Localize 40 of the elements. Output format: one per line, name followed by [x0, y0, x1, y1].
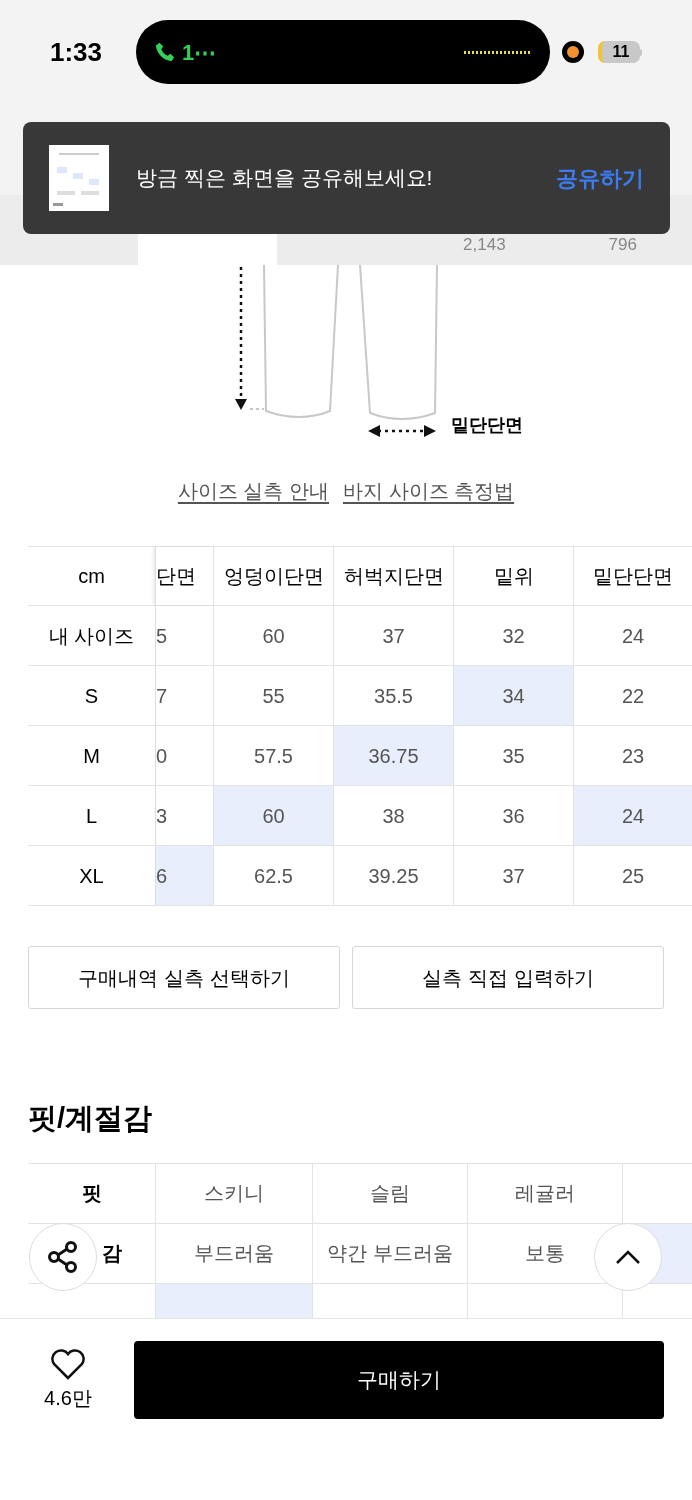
buy-button[interactable]: 구매하기: [134, 1341, 664, 1419]
chevron-up-icon: [615, 1249, 641, 1265]
table-cell: 24: [573, 786, 692, 845]
call-duration: 1⋯: [182, 38, 217, 67]
tab-count: 2,143: [463, 233, 506, 256]
phone-icon: [154, 40, 176, 64]
row-header: M: [83, 743, 100, 769]
table-cell: 34: [453, 666, 573, 725]
column-header: 엉덩이단면: [223, 564, 324, 589]
column-header: 허벅지단면: [343, 564, 444, 589]
share-icon: [46, 1240, 80, 1274]
like-button[interactable]: 4.6만: [28, 1341, 108, 1413]
column-header: 밑단단면: [593, 564, 673, 589]
mic-indicator-icon: [562, 41, 584, 63]
heart-icon: [50, 1349, 86, 1381]
row-header: 감: [101, 1241, 122, 1266]
section-title: 핏/계절감: [28, 1101, 154, 1136]
row-header: 핏: [81, 1181, 102, 1206]
action-button[interactable]: 구매내역 실측 선택하기: [28, 946, 340, 1009]
measurement-label: 밑단단면: [451, 414, 523, 437]
column-header: cm: [78, 564, 105, 589]
status-time: 1:33: [50, 35, 104, 69]
row-header: XL: [79, 863, 104, 889]
column-header: 밑위: [493, 564, 534, 589]
table-cell: 6: [155, 846, 213, 905]
like-count: 4.6만: [44, 1386, 92, 1411]
action-button[interactable]: 실측 직접 입력하기: [352, 946, 664, 1009]
toast-message: 방금 찍은 화면을 공유해보세요!: [136, 165, 433, 192]
guide-link[interactable]: 바지 사이즈 측정법: [343, 476, 515, 506]
column-header: 단면: [156, 564, 196, 589]
tab-count: 796: [608, 233, 637, 256]
dynamic-island[interactable]: 1⋯: [136, 20, 550, 84]
battery-level: 11: [612, 42, 630, 62]
row-header: L: [85, 803, 98, 829]
row-header: 내 사이즈: [48, 623, 135, 649]
table-cell: 36.75: [333, 726, 453, 785]
row-header: S: [84, 683, 99, 709]
guide-link[interactable]: 사이즈 실측 안내: [177, 476, 329, 506]
waveform-icon: [464, 50, 532, 54]
table-cell: 60: [213, 786, 333, 845]
